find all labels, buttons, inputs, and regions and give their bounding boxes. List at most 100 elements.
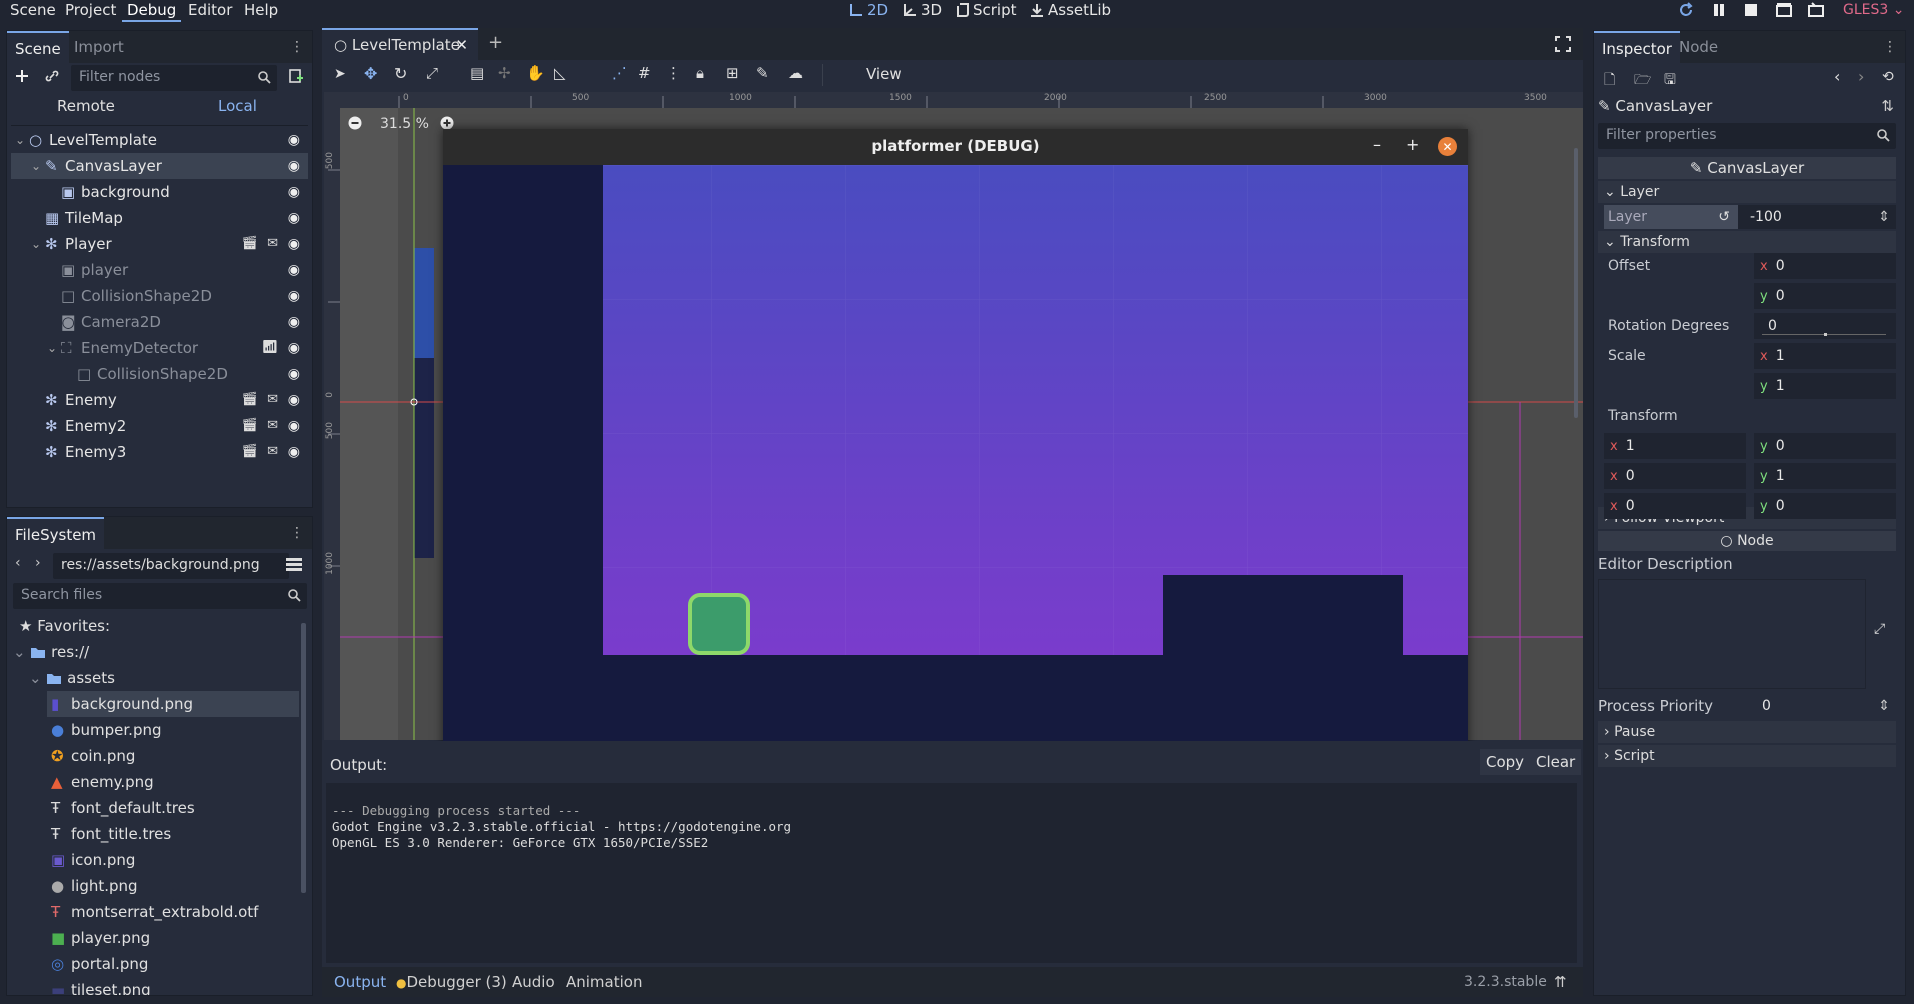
process-priority-field[interactable]: 0 ⇕ xyxy=(1754,693,1896,719)
tree-item[interactable]: ⌄ ✻ Player 🎬︎ ✉ ◉ xyxy=(11,231,308,257)
instance-scene-icon[interactable]: 🎬︎ xyxy=(241,439,258,465)
add-scene-tab-icon[interactable]: + xyxy=(488,32,503,53)
chevron-down-icon[interactable]: ⌄ xyxy=(15,127,25,153)
group-icon[interactable]: ⊞ xyxy=(726,64,739,82)
list-select-icon[interactable]: ▤ xyxy=(470,64,484,82)
renderer-selector[interactable]: GLES3 ⌄ xyxy=(1843,0,1904,20)
play-custom-scene-icon[interactable] xyxy=(1808,2,1824,18)
menu-project[interactable]: Project xyxy=(65,0,116,20)
open-folder-icon[interactable]: 🗁 xyxy=(1634,69,1651,93)
expand-panel-icon[interactable]: ⇈ xyxy=(1554,967,1567,997)
save-icon[interactable]: 🖫 xyxy=(1664,69,1676,93)
tab-node[interactable]: Node xyxy=(1671,31,1726,63)
remote-toggle[interactable]: Remote xyxy=(57,97,115,115)
tab-import[interactable]: Import xyxy=(66,31,132,63)
tab-animation[interactable]: Animation xyxy=(566,967,642,997)
add-node-icon[interactable] xyxy=(15,69,29,83)
tree-item[interactable]: ▦ TileMap ◉ xyxy=(11,205,308,231)
search-files-input[interactable]: Search files xyxy=(13,583,307,609)
output-log[interactable]: --- Debugging process started --- Godot … xyxy=(326,783,1577,963)
tree-item[interactable]: ⌄ ⛶ EnemyDetector 📶︎ ◉ xyxy=(11,335,308,361)
filter-nodes-input[interactable]: Filter nodes xyxy=(71,65,277,91)
path-field[interactable]: res://assets/background.png xyxy=(53,553,289,579)
file-item[interactable]: ✪ coin.png xyxy=(47,743,299,769)
tree-item[interactable]: ✻ Enemy2 🎬︎ ✉ ◉ xyxy=(11,413,308,439)
file-item[interactable]: Ŧmontserrat_extrabold.otf xyxy=(47,899,299,925)
move-tool-icon[interactable]: ✥ xyxy=(364,64,377,83)
tree-item[interactable]: ◙ Camera2D ◉ xyxy=(11,309,308,335)
chevron-down-icon[interactable]: ⌄ xyxy=(47,335,57,361)
dock-menu-icon[interactable]: ⋮ xyxy=(290,39,304,55)
filter-properties-input[interactable]: Filter properties xyxy=(1598,123,1896,149)
visibility-eye-icon[interactable]: ◉ xyxy=(288,205,300,231)
mode-script-button[interactable]: Script xyxy=(957,0,1017,20)
rotation-slider-handle[interactable] xyxy=(1824,333,1827,336)
editor-description-field[interactable] xyxy=(1598,579,1866,689)
tab-output[interactable]: Output xyxy=(334,967,386,997)
object-selector[interactable]: ✎ CanvasLayer ⇅ xyxy=(1598,93,1896,119)
expand-icon[interactable]: ⤢ xyxy=(1874,621,1885,637)
stop-icon[interactable] xyxy=(1744,2,1758,18)
local-toggle[interactable]: Local xyxy=(218,97,257,115)
spin-arrows-icon[interactable]: ⇕ xyxy=(1878,693,1890,719)
instance-scene-icon[interactable]: 🎬︎ xyxy=(241,413,258,439)
new-resource-icon[interactable]: 🗋 xyxy=(1604,69,1615,93)
smart-snap-icon[interactable]: ⋰ xyxy=(612,64,627,82)
split-view-icon[interactable] xyxy=(285,557,303,573)
file-item[interactable]: Ŧfont_title.tres xyxy=(47,821,299,847)
back-arrow-icon[interactable]: ‹ xyxy=(15,555,21,571)
revert-icon[interactable]: ↺ xyxy=(1718,205,1730,229)
viewport-scrollbar[interactable] xyxy=(1574,148,1578,418)
script-section[interactable]: › Script xyxy=(1598,745,1896,767)
instance-scene-icon[interactable]: 🎬︎ xyxy=(241,387,258,413)
layer-section[interactable]: ⌄ Layer xyxy=(1598,181,1896,203)
menu-editor[interactable]: Editor xyxy=(188,0,232,20)
dock-menu-icon[interactable]: ⋮ xyxy=(290,525,304,541)
tab-leveltemplate[interactable]: ○ LevelTemplate ✕ xyxy=(322,28,478,60)
transform-matrix-field[interactable]: y1 xyxy=(1754,463,1896,489)
file-item[interactable]: Ŧfont_default.tres xyxy=(47,795,299,821)
offset-x-field[interactable]: x0 xyxy=(1754,253,1896,279)
transform-matrix-field[interactable]: x0 xyxy=(1604,493,1746,519)
mode-2d-button[interactable]: 2D xyxy=(849,0,888,20)
file-item[interactable]: ● bumper.png xyxy=(47,717,299,743)
file-item[interactable]: ■ player.png xyxy=(47,925,299,951)
tree-item[interactable]: □ CollisionShape2D ◉ xyxy=(11,361,308,387)
file-item[interactable]: ▣ icon.png xyxy=(47,847,299,873)
ruler-tool-icon[interactable]: ◺ xyxy=(554,64,566,82)
zoom-level[interactable]: 31.5 % xyxy=(380,116,429,132)
tree-item[interactable]: ✻ Enemy 🎬︎ ✉ ◉ xyxy=(11,387,308,413)
rotate-tool-icon[interactable]: ↻ xyxy=(394,64,407,83)
dock-menu-icon[interactable]: ⋮ xyxy=(1883,39,1897,55)
history-icon[interactable]: ⟲ xyxy=(1882,69,1894,85)
maximize-icon[interactable]: + xyxy=(1406,135,1419,154)
close-icon[interactable]: ✕ xyxy=(455,30,468,60)
tab-debugger[interactable]: ●Debugger (3) xyxy=(396,967,507,997)
tab-audio[interactable]: Audio xyxy=(512,967,555,997)
visibility-eye-icon[interactable]: ◉ xyxy=(288,283,300,309)
file-item[interactable]: ▮ background.png xyxy=(47,691,299,717)
transform-matrix-field[interactable]: y0 xyxy=(1754,433,1896,459)
visibility-eye-icon[interactable]: ◉ xyxy=(288,153,300,179)
visibility-eye-icon[interactable]: ◉ xyxy=(288,361,300,387)
script-attach-icon[interactable] xyxy=(289,69,303,83)
script-icon[interactable]: ✉ xyxy=(267,387,278,413)
tree-item[interactable]: ✻ Enemy3 🎬︎ ✉ ◉ xyxy=(11,439,308,465)
file-item[interactable]: ◎ portal.png xyxy=(47,951,299,977)
file-item[interactable]: ▬ tileset.png xyxy=(47,977,299,995)
favorites-row[interactable]: ★ Favorites: xyxy=(19,613,110,639)
pivot-tool-icon[interactable]: ✢ xyxy=(498,64,511,82)
tab-filesystem[interactable]: FileSystem xyxy=(7,517,105,549)
object-menu-icon[interactable]: ⇅ xyxy=(1881,93,1894,119)
tab-scene[interactable]: Scene xyxy=(7,31,69,63)
play-scene-icon[interactable] xyxy=(1776,2,1792,18)
minimize-icon[interactable]: – xyxy=(1373,135,1381,154)
reload-icon[interactable] xyxy=(1678,2,1694,18)
scale-tool-icon[interactable]: ⤢ xyxy=(426,64,438,82)
menu-help[interactable]: Help xyxy=(244,0,278,20)
scale-x-field[interactable]: x1 xyxy=(1754,343,1896,369)
select-tool-icon[interactable]: ➤ xyxy=(334,66,346,82)
view-menu[interactable]: View xyxy=(866,65,902,83)
pan-tool-icon[interactable]: ✋ xyxy=(526,64,545,82)
tree-item[interactable]: ▣ player ◉ xyxy=(11,257,308,283)
